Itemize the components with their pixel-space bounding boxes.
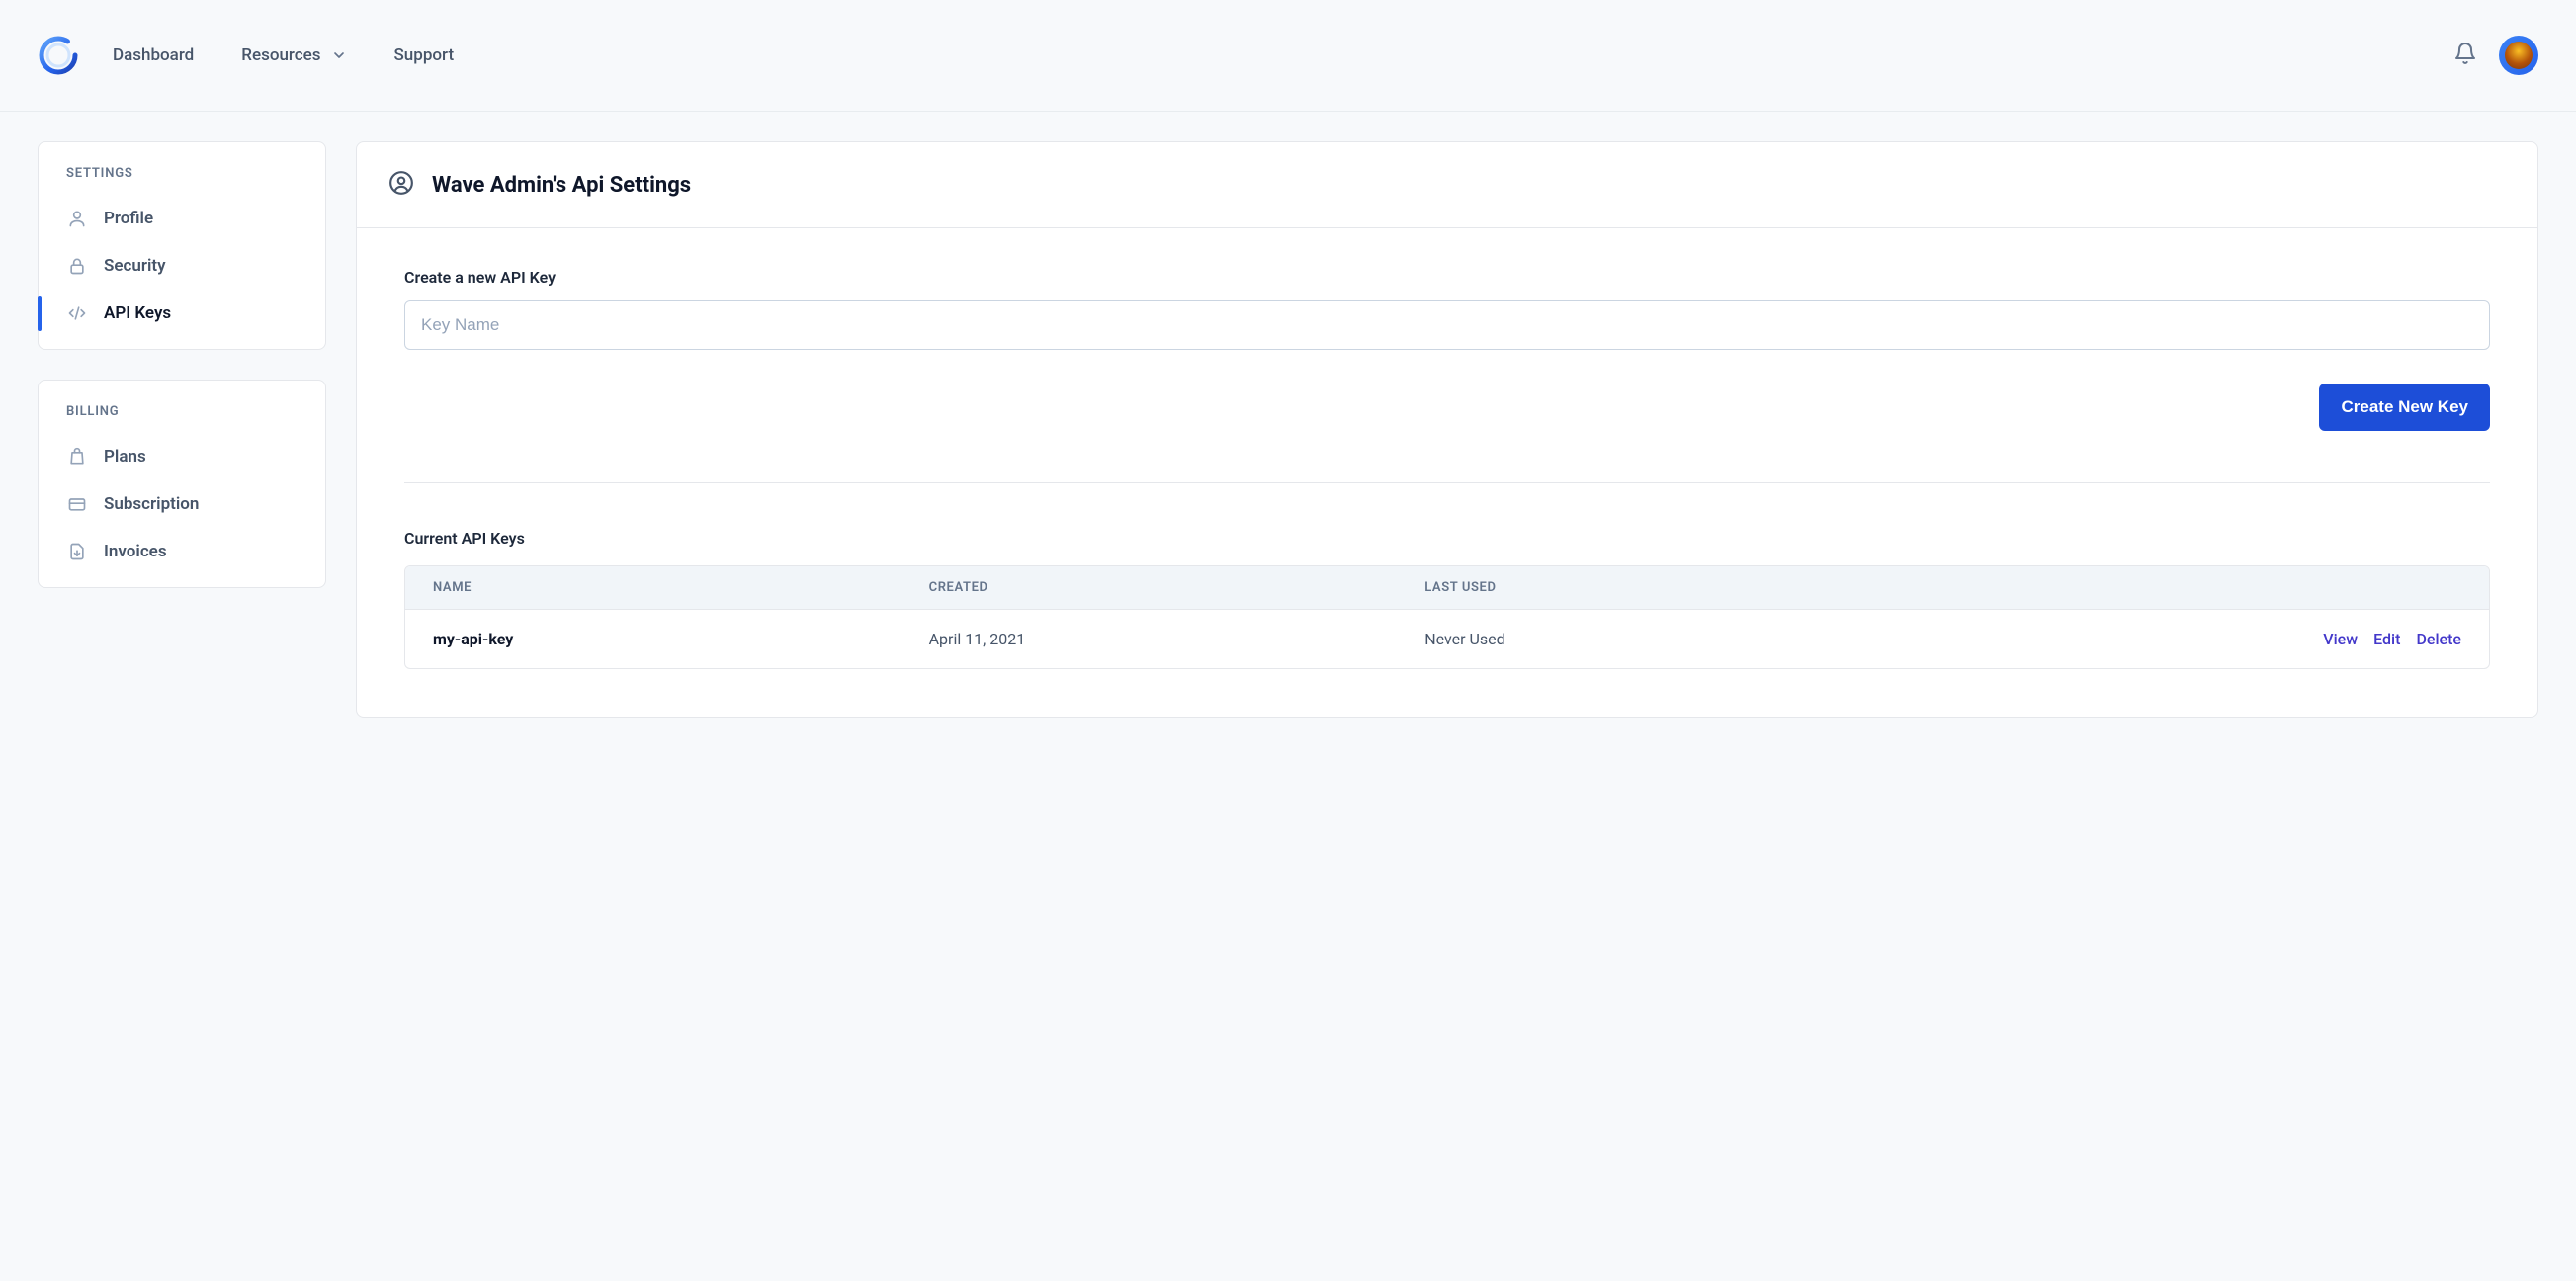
col-actions xyxy=(2011,580,2461,595)
user-avatar[interactable] xyxy=(2499,36,2538,75)
key-name-input[interactable] xyxy=(404,300,2490,350)
logo-icon xyxy=(38,35,79,76)
content-wrap: SETTINGS Profile Security API Keys xyxy=(0,112,2576,747)
api-keys-table: NAME CREATED LAST USED my-api-key April … xyxy=(404,565,2490,669)
delete-key-link[interactable]: Delete xyxy=(2416,630,2461,648)
chevron-down-icon xyxy=(331,47,347,63)
sidebar-item-plans[interactable]: Plans xyxy=(39,433,325,480)
sidebar-item-label: Plans xyxy=(104,447,146,467)
key-last-used-cell: Never Used xyxy=(1424,630,2011,648)
sidebar-billing-title: BILLING xyxy=(39,404,325,433)
col-created: CREATED xyxy=(929,580,1425,595)
nav-resources-label: Resources xyxy=(241,45,320,65)
nav-dashboard-label: Dashboard xyxy=(113,45,194,65)
sidebar-item-label: Profile xyxy=(104,209,153,228)
main-body: Create a new API Key Create New Key Curr… xyxy=(357,228,2537,717)
view-key-link[interactable]: View xyxy=(2323,630,2358,648)
sidebar-item-security[interactable]: Security xyxy=(39,242,325,290)
notifications-bell-icon[interactable] xyxy=(2453,42,2477,69)
code-icon xyxy=(66,303,88,323)
app-logo[interactable] xyxy=(38,35,79,76)
table-header: NAME CREATED LAST USED xyxy=(405,566,2489,609)
create-key-label: Create a new API Key xyxy=(404,268,2490,287)
sidebar-settings-title: SETTINGS xyxy=(39,166,325,195)
key-name-cell: my-api-key xyxy=(433,630,929,648)
main-card: Wave Admin's Api Settings Create a new A… xyxy=(356,141,2538,718)
user-icon xyxy=(66,209,88,228)
sidebar-item-label: Invoices xyxy=(104,542,167,561)
sidebar-billing-card: BILLING Plans Subscription Invoices xyxy=(38,380,326,588)
avatar-image xyxy=(2505,42,2533,69)
sidebar-settings-card: SETTINGS Profile Security API Keys xyxy=(38,141,326,350)
sidebar: SETTINGS Profile Security API Keys xyxy=(38,141,326,588)
document-download-icon xyxy=(66,542,88,561)
nav-dashboard[interactable]: Dashboard xyxy=(113,45,194,65)
page-title: Wave Admin's Api Settings xyxy=(432,173,691,198)
lock-icon xyxy=(66,256,88,276)
nav-resources[interactable]: Resources xyxy=(241,45,346,65)
section-divider xyxy=(404,482,2490,483)
sidebar-item-invoices[interactable]: Invoices xyxy=(39,528,325,575)
create-key-button[interactable]: Create New Key xyxy=(2319,384,2490,431)
user-circle-icon xyxy=(388,170,414,200)
nav-support-label: Support xyxy=(394,45,455,65)
table-row: my-api-key April 11, 2021 Never Used Vie… xyxy=(405,609,2489,668)
sidebar-item-api-keys[interactable]: API Keys xyxy=(39,290,325,337)
topbar: Dashboard Resources Support xyxy=(0,0,2576,112)
credit-card-icon xyxy=(66,494,88,514)
sidebar-item-profile[interactable]: Profile xyxy=(39,195,325,242)
col-name: NAME xyxy=(433,580,929,595)
col-last-used: LAST USED xyxy=(1424,580,2011,595)
nav-items: Dashboard Resources Support xyxy=(113,45,454,65)
nav-support[interactable]: Support xyxy=(394,45,455,65)
current-keys-label: Current API Keys xyxy=(404,529,2490,548)
shopping-bag-icon xyxy=(66,447,88,467)
sidebar-item-label: Security xyxy=(104,256,166,276)
key-created-cell: April 11, 2021 xyxy=(929,630,1425,648)
main-header: Wave Admin's Api Settings xyxy=(357,142,2537,228)
edit-key-link[interactable]: Edit xyxy=(2373,630,2400,648)
sidebar-item-subscription[interactable]: Subscription xyxy=(39,480,325,528)
sidebar-item-label: API Keys xyxy=(104,303,171,323)
button-row: Create New Key xyxy=(404,384,2490,431)
key-actions: View Edit Delete xyxy=(2011,630,2461,648)
topbar-right xyxy=(2453,36,2538,75)
sidebar-item-label: Subscription xyxy=(104,494,199,514)
